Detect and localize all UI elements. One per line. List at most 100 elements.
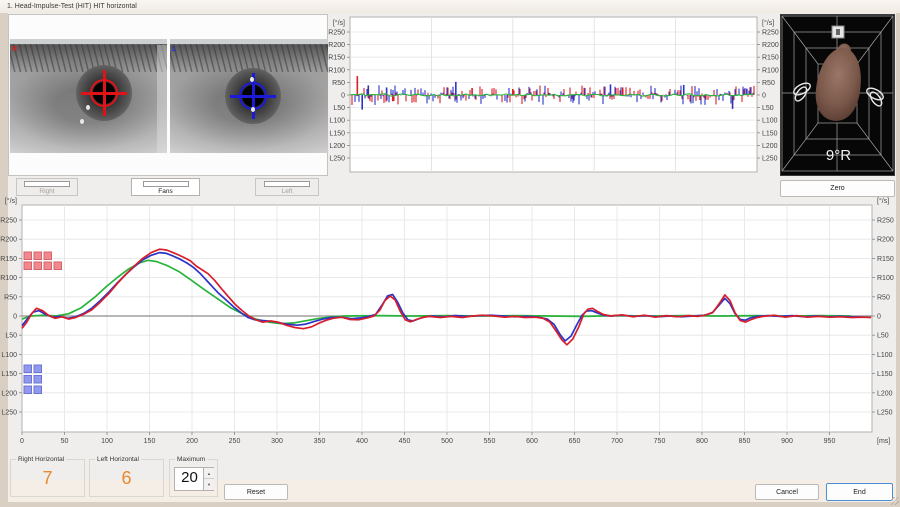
camera-button-right-label: Right xyxy=(39,188,54,195)
corneal-glint xyxy=(80,119,84,124)
right-impulse-marker xyxy=(24,252,32,260)
svg-text:R150: R150 xyxy=(762,55,779,62)
svg-text:L50: L50 xyxy=(877,333,889,340)
svg-text:L250: L250 xyxy=(762,156,778,163)
camera-button-left-label: Left xyxy=(282,188,293,195)
level-indicator xyxy=(264,181,310,187)
svg-text:R100: R100 xyxy=(877,275,894,282)
svg-text:650: 650 xyxy=(569,438,581,445)
svg-text:R250: R250 xyxy=(762,30,779,37)
maximum-spinner[interactable]: 20 ▲ ▼ xyxy=(174,467,214,491)
maximum-value: 20 xyxy=(175,469,204,486)
camera-button-right[interactable]: Right xyxy=(16,178,78,196)
head-velocity-overview-chart: R250R250R200R200R150R150R100R100R50R5000… xyxy=(330,14,776,176)
svg-text:L250: L250 xyxy=(1,410,17,417)
reset-button[interactable]: Reset xyxy=(224,484,288,500)
svg-text:600: 600 xyxy=(526,438,538,445)
svg-text:[°/s]: [°/s] xyxy=(877,197,889,205)
svg-text:700: 700 xyxy=(611,438,623,445)
svg-text:R100: R100 xyxy=(762,67,779,74)
svg-text:50: 50 xyxy=(61,438,69,445)
svg-text:R50: R50 xyxy=(4,294,17,301)
left-horizontal-count: 6 xyxy=(90,468,163,489)
left-impulse-marker xyxy=(24,386,32,394)
svg-text:L200: L200 xyxy=(762,143,778,150)
svg-text:R200: R200 xyxy=(762,42,779,49)
eyelashes xyxy=(10,44,167,72)
right-horizontal-label: Right Horizontal xyxy=(16,456,66,463)
corneal-glint xyxy=(86,105,90,110)
svg-text:[°/s]: [°/s] xyxy=(5,197,17,205)
end-button[interactable]: End xyxy=(826,483,893,501)
svg-text:300: 300 xyxy=(271,438,283,445)
svg-text:200: 200 xyxy=(186,438,198,445)
svg-text:0: 0 xyxy=(877,314,881,321)
right-impulse-marker xyxy=(54,262,62,270)
svg-text:L150: L150 xyxy=(329,130,345,137)
svg-text:L50: L50 xyxy=(762,105,774,112)
svg-text:L50: L50 xyxy=(333,105,345,112)
spin-down-button[interactable]: ▼ xyxy=(204,479,214,490)
head-angle-readout: 9°R xyxy=(781,147,896,164)
rotation-gizmo-left xyxy=(792,81,812,103)
cancel-button[interactable]: Cancel xyxy=(755,484,819,500)
spinner-buttons: ▲ ▼ xyxy=(203,468,213,490)
corneal-glint xyxy=(250,77,254,82)
svg-text:L250: L250 xyxy=(329,156,345,163)
svg-text:R250: R250 xyxy=(877,218,894,225)
camera-button-left[interactable]: Left xyxy=(255,178,319,196)
svg-text:L150: L150 xyxy=(762,130,778,137)
camera-button-fans[interactable]: Fans xyxy=(131,178,200,196)
svg-text:750: 750 xyxy=(654,438,666,445)
right-impulse-marker xyxy=(44,252,52,260)
left-eye-video: L xyxy=(170,39,328,153)
resize-grip[interactable] xyxy=(891,497,899,505)
svg-text:150: 150 xyxy=(144,438,156,445)
right-impulse-marker xyxy=(24,262,32,270)
svg-text:0: 0 xyxy=(762,93,766,100)
left-impulse-marker xyxy=(24,376,32,384)
right-crosshair-v xyxy=(103,70,106,116)
svg-text:450: 450 xyxy=(399,438,411,445)
left-horizontal-counter: Left Horizontal 6 xyxy=(89,459,164,497)
svg-text:800: 800 xyxy=(696,438,708,445)
svg-text:0: 0 xyxy=(20,438,24,445)
svg-text:[°/s]: [°/s] xyxy=(333,19,345,27)
svg-text:L200: L200 xyxy=(329,143,345,150)
svg-text:R50: R50 xyxy=(332,80,345,87)
svg-text:L100: L100 xyxy=(762,118,778,125)
left-impulse-marker xyxy=(24,365,32,373)
right-impulse-marker xyxy=(44,262,52,270)
svg-text:L100: L100 xyxy=(877,352,893,359)
svg-text:L200: L200 xyxy=(877,390,893,397)
svg-text:R150: R150 xyxy=(328,55,345,62)
right-impulse-marker xyxy=(34,262,42,270)
reset-button-label: Reset xyxy=(247,489,265,496)
svg-text:400: 400 xyxy=(356,438,368,445)
svg-text:850: 850 xyxy=(739,438,751,445)
svg-text:R100: R100 xyxy=(0,275,17,282)
svg-text:500: 500 xyxy=(441,438,453,445)
head-orientation-marker-glyph xyxy=(836,29,840,35)
svg-text:R150: R150 xyxy=(877,256,894,263)
zero-button-label: Zero xyxy=(830,185,844,192)
corneal-glint xyxy=(251,107,255,112)
svg-text:950: 950 xyxy=(824,438,836,445)
hit-velocity-chart: R250R250R200R200R150R150R100R100R50R5000… xyxy=(8,196,898,446)
spin-up-button[interactable]: ▲ xyxy=(204,468,214,479)
rotation-gizmo-right xyxy=(865,86,885,108)
svg-text:R50: R50 xyxy=(762,80,775,87)
svg-text:L100: L100 xyxy=(1,352,17,359)
svg-text:550: 550 xyxy=(484,438,496,445)
highlight-strip xyxy=(157,45,167,153)
left-impulse-marker xyxy=(34,365,42,373)
svg-text:R250: R250 xyxy=(328,30,345,37)
svg-text:R100: R100 xyxy=(328,67,345,74)
svg-text:L250: L250 xyxy=(877,410,893,417)
zero-button[interactable]: Zero xyxy=(780,180,895,197)
svg-text:R200: R200 xyxy=(328,42,345,49)
level-indicator xyxy=(24,181,70,187)
svg-text:R250: R250 xyxy=(0,218,17,225)
right-horizontal-counter: Right Horizontal 7 xyxy=(10,459,85,497)
svg-text:L100: L100 xyxy=(329,118,345,125)
